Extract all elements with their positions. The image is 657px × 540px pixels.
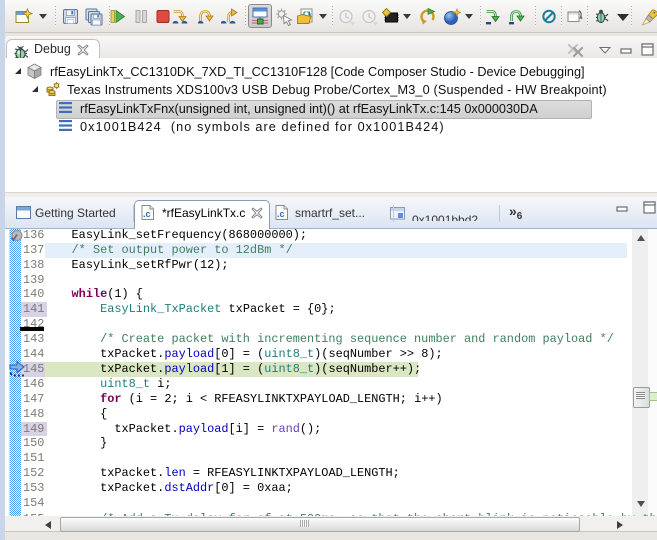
svg-text:.c: .c: [277, 209, 285, 219]
svg-text:.c: .c: [143, 209, 151, 219]
